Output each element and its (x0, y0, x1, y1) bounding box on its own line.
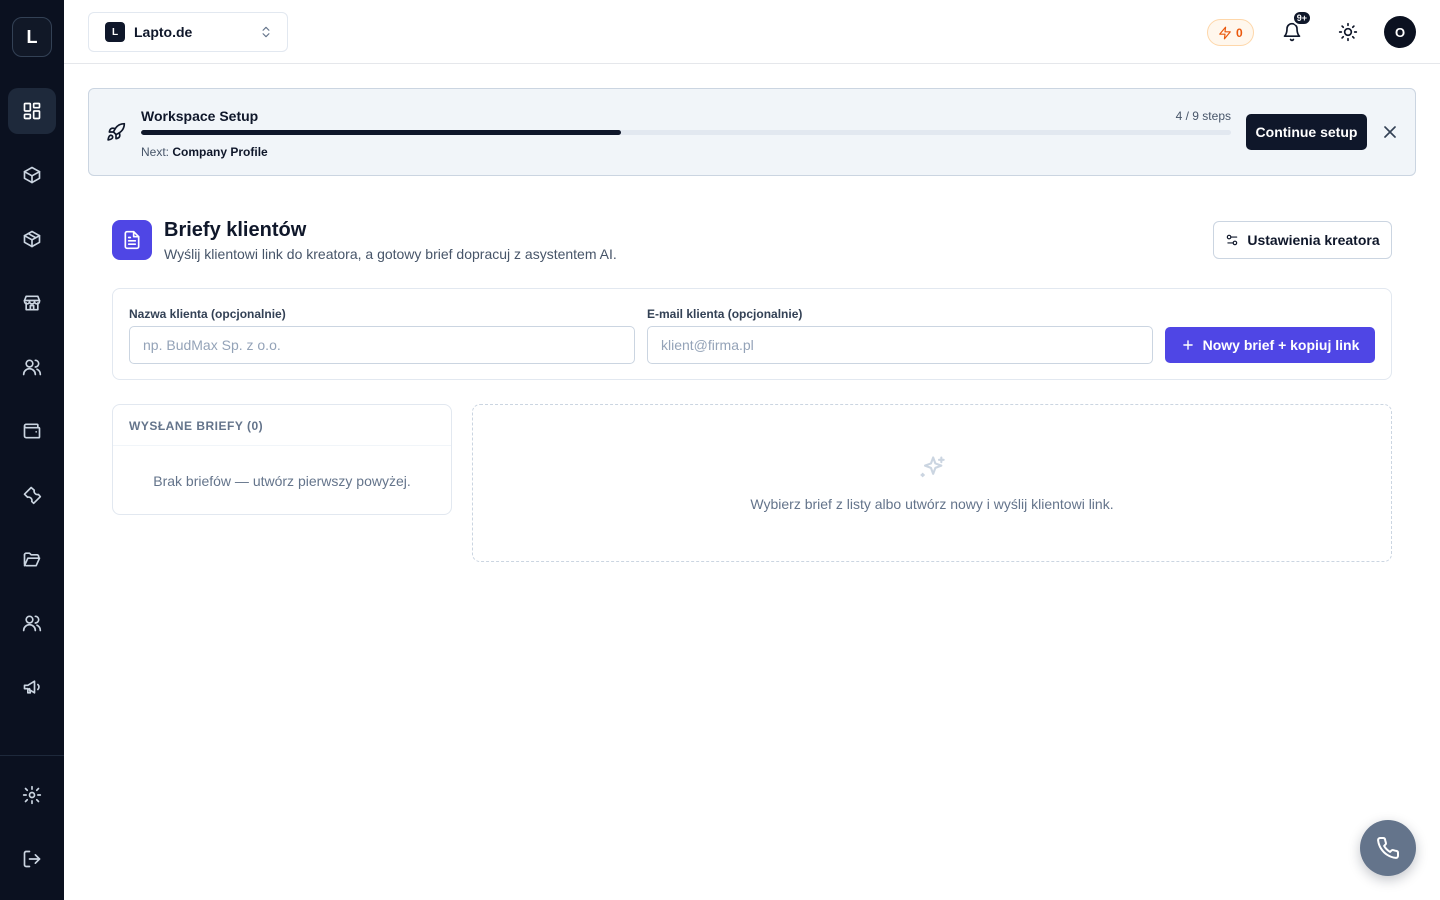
sent-briefs-panel: WYSŁANE BRIEFY (0) Brak briefów — utwórz… (112, 404, 452, 515)
sidebar-divider (0, 755, 64, 756)
sidebar-item-packages[interactable] (8, 216, 56, 262)
wallet-icon (23, 423, 41, 439)
new-brief-label: Nowy brief + kopiuj link (1202, 337, 1360, 353)
brief-detail-empty-state: Wybierz brief z listy albo utwórz nowy i… (472, 404, 1392, 562)
client-name-label: Nazwa klienta (opcjonalnie) (129, 307, 286, 321)
setup-progress-bar (141, 130, 1231, 135)
sliders-icon (1227, 234, 1238, 246)
megaphone-icon (23, 680, 40, 694)
team-icon (22, 615, 42, 632)
page-subtitle: Wyślij klientowi link do kreatora, a got… (164, 246, 617, 262)
credits-badge[interactable]: 0 (1207, 19, 1254, 46)
client-name-input[interactable] (129, 326, 635, 364)
page-icon (112, 220, 152, 260)
sidebar-item-store[interactable] (8, 280, 56, 326)
sidebar-item-team[interactable] (8, 600, 56, 646)
continue-setup-button[interactable]: Continue setup (1246, 114, 1367, 150)
sent-briefs-empty: Brak briefów — utwórz pierwszy powyżej. (153, 473, 411, 489)
page-title: Briefy klientów (164, 219, 307, 241)
new-brief-copy-link-button[interactable]: Nowy brief + kopiuj link (1165, 327, 1375, 363)
sun-icon (1338, 22, 1358, 42)
sidebar: L (0, 0, 64, 900)
sidebar-item-dashboard[interactable] (8, 88, 56, 134)
wrench-icon (23, 486, 42, 505)
rocket-icon (107, 122, 126, 141)
document-icon (124, 230, 140, 250)
setup-progress-fill (141, 130, 621, 135)
sidebar-item-settings[interactable] (8, 772, 56, 818)
setup-steps-counter: 4 / 9 steps (1175, 109, 1231, 123)
sent-briefs-header: WYSŁANE BRIEFY (0) (113, 405, 451, 446)
phone-icon (1377, 836, 1400, 859)
store-icon (23, 295, 41, 311)
topbar: L Lapto.de 0 9+ O (64, 0, 1440, 64)
folder-open-icon (23, 552, 41, 567)
dashboard-icon (23, 102, 41, 120)
lightning-icon (1219, 26, 1231, 39)
client-email-input[interactable] (647, 326, 1153, 364)
sidebar-item-files[interactable] (8, 536, 56, 582)
setup-next-step: Next: Company Profile (141, 145, 268, 159)
sidebar-item-wallet[interactable] (8, 408, 56, 454)
box-icon (23, 166, 41, 184)
sidebar-item-products[interactable] (8, 152, 56, 198)
sidebar-item-marketing[interactable] (8, 664, 56, 710)
creator-settings-button[interactable]: Ustawienia kreatora (1213, 221, 1392, 259)
credits-count: 0 (1236, 25, 1243, 40)
sidebar-item-logout[interactable] (8, 836, 56, 882)
creator-settings-label: Ustawienia kreatora (1247, 232, 1380, 248)
setup-next-value: Company Profile (172, 145, 268, 159)
sidebar-item-customers[interactable] (8, 344, 56, 390)
notifications-count: 9+ (1291, 10, 1312, 26)
sidebar-item-tools[interactable] (8, 472, 56, 518)
user-avatar[interactable]: O (1384, 16, 1416, 48)
theme-toggle-button[interactable] (1332, 16, 1364, 48)
sparkles-icon (920, 456, 945, 478)
workspace-badge: L (105, 22, 125, 42)
close-icon[interactable] (1380, 122, 1400, 142)
setup-title: Workspace Setup (141, 108, 259, 124)
brief-detail-empty-text: Wybierz brief z listy albo utwórz nowy i… (750, 496, 1114, 512)
users-icon (22, 359, 42, 376)
package-icon (23, 230, 41, 248)
new-brief-form: Nazwa klienta (opcjonalnie) E-mail klien… (112, 288, 1392, 380)
workspace-name: Lapto.de (134, 24, 193, 40)
notifications-button[interactable]: 9+ (1276, 10, 1312, 48)
chevrons-up-down-icon (262, 26, 270, 38)
setup-next-label: Next: (141, 145, 170, 159)
settings-icon (22, 785, 42, 805)
call-button[interactable] (1360, 820, 1416, 876)
logout-icon (23, 850, 41, 868)
plus-icon (1182, 340, 1193, 350)
workspace-switcher[interactable]: L Lapto.de (88, 12, 288, 52)
app-logo[interactable]: L (12, 17, 52, 57)
workspace-setup-banner: Workspace Setup 4 / 9 steps Next: Compan… (88, 88, 1416, 176)
client-email-label: E-mail klienta (opcjonalnie) (647, 307, 803, 321)
